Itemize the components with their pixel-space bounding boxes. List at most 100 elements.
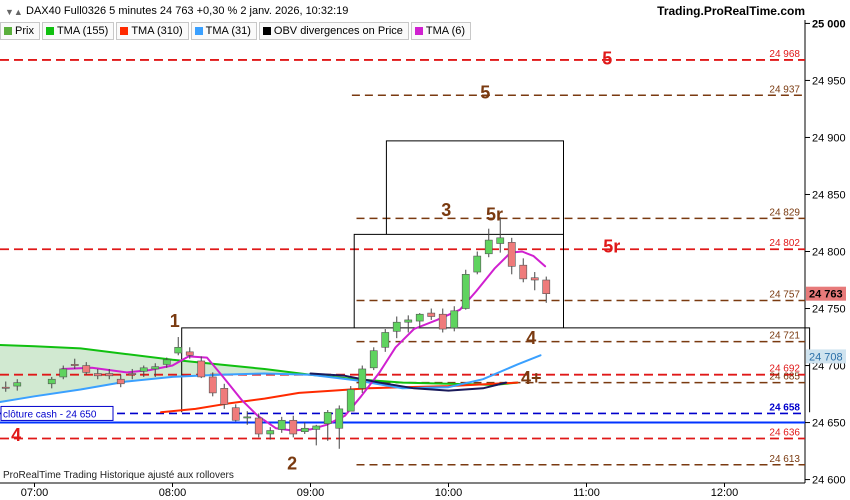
candle-body (116, 378, 125, 385)
wave-label: 3 (441, 200, 451, 220)
candle-body (1, 386, 10, 389)
candle-body (93, 373, 102, 377)
legend-label: OBV divergences on Price (273, 25, 403, 37)
wave-label: 5r (603, 237, 620, 257)
instrument-title: DAX40 Full0326 5 minutes 24 763 +0,30 % … (26, 5, 349, 17)
level-label: 24 968 (769, 49, 800, 60)
candle-body (220, 388, 229, 405)
candle-body (82, 365, 91, 373)
candle-body (507, 242, 516, 267)
candle-body (484, 239, 493, 255)
candle-body (312, 425, 321, 430)
legend-label: TMA (6) (425, 25, 466, 37)
collapse-arrows-icon[interactable]: ▼▲ (5, 7, 23, 17)
candle-body (289, 419, 298, 435)
legend-label: TMA (31) (205, 25, 251, 37)
footer-note: ProRealTime Trading Historique ajusté au… (3, 470, 234, 481)
candle-body (128, 373, 137, 375)
candle-body (231, 407, 240, 421)
x-tick-label: 08:00 (159, 487, 187, 499)
legend-item-tma-155[interactable]: TMA (155) (41, 22, 115, 40)
candle-body (542, 279, 551, 294)
candle-body (197, 360, 206, 378)
candle-body (277, 419, 286, 430)
candle-body (415, 313, 424, 322)
y-tick-label: 24 900 (812, 132, 846, 144)
wave-label: 4+ (521, 368, 542, 388)
indicator-tag-text: 24 708 (809, 351, 843, 363)
x-tick-label: 07:00 (21, 487, 49, 499)
candle-body (530, 277, 539, 281)
wave-label: 5 (480, 83, 490, 103)
candle-body (105, 373, 114, 377)
candle-body (300, 427, 309, 432)
wave-label: 1 (170, 311, 180, 331)
candle (369, 347, 378, 371)
y-tick-label: 24 650 (812, 418, 846, 430)
candle-body (427, 312, 436, 317)
legend-label: Prix (15, 25, 34, 37)
y-tick-label: 24 950 (812, 75, 846, 87)
level-label: 24 658 (769, 402, 800, 413)
legend-item-prix[interactable]: Prix (0, 22, 40, 40)
candle-body (369, 350, 378, 369)
candle (346, 386, 355, 412)
candle-body (139, 367, 148, 372)
x-tick-label: 12:00 (711, 487, 739, 499)
candle-body (392, 321, 401, 332)
candle-body (346, 389, 355, 412)
candle-body (358, 368, 367, 389)
legend-item-obv[interactable]: OBV divergences on Price (258, 22, 409, 40)
candle-body (70, 364, 79, 366)
chart-header: ▼▲ DAX40 Full0326 5 minutes 24 763 +0,30… (0, 0, 805, 20)
candle-body (438, 313, 447, 330)
legend-swatch (414, 27, 423, 35)
x-tick-label: 09:00 (297, 487, 325, 499)
indicator-legend: Prix TMA (155) TMA (310) TMA (31) OBV di… (0, 22, 473, 40)
cash-close-label: clôture cash - 24 650 (0, 405, 114, 421)
candle-body (461, 274, 470, 309)
candle-body (47, 378, 56, 385)
candle-body (473, 255, 482, 273)
legend-swatch (4, 27, 12, 35)
candle-body (174, 346, 183, 354)
legend-item-tma-6[interactable]: TMA (6) (410, 22, 472, 40)
wave-label: 4 (526, 328, 536, 348)
level-label: 24 937 (769, 84, 800, 95)
y-tick-label: 24 850 (812, 189, 846, 201)
price-chart[interactable]: 24 968 24 937 24 829 24 802 24 757 24 721 24 6… (0, 0, 850, 500)
cash-label-text: clôture cash - 24 650 (3, 409, 97, 420)
level-label: 24 829 (769, 207, 800, 218)
level-label: 24 613 (769, 454, 800, 465)
level-label: 24 636 (769, 428, 800, 439)
candle-body (59, 368, 68, 378)
wave-label: 4 (11, 425, 21, 445)
candle-body (151, 366, 160, 370)
candle-body (185, 351, 194, 356)
legend-label: TMA (155) (56, 25, 109, 37)
y-tick-label: 25 000 (812, 18, 846, 30)
candle (461, 269, 470, 310)
indicator-value-tag: 24 708 (806, 349, 846, 364)
candle-body (162, 359, 171, 365)
level-label: 24 802 (769, 238, 800, 249)
y-tick-label: 24 600 (812, 475, 846, 487)
level-label: 24 685 (769, 372, 800, 383)
level-label: 24 757 (769, 290, 800, 301)
wave-label: 5r (486, 205, 503, 225)
candle-body (13, 382, 22, 387)
candle-body (243, 416, 252, 419)
candle-body (208, 376, 217, 394)
wave-label: 5 (602, 48, 612, 68)
legend-item-tma-31[interactable]: TMA (31) (190, 22, 257, 40)
y-tick-label: 24 800 (812, 247, 846, 259)
legend-label: TMA (310) (131, 25, 183, 37)
legend-item-tma-310[interactable]: TMA (310) (116, 22, 189, 40)
level-label: 24 721 (769, 331, 800, 342)
candle-body (496, 237, 505, 244)
price-tag-text: 24 763 (809, 289, 843, 301)
x-tick-label: 11:00 (573, 487, 600, 499)
candle-body (266, 430, 275, 435)
legend-swatch (120, 27, 129, 35)
candle-body (381, 332, 390, 348)
